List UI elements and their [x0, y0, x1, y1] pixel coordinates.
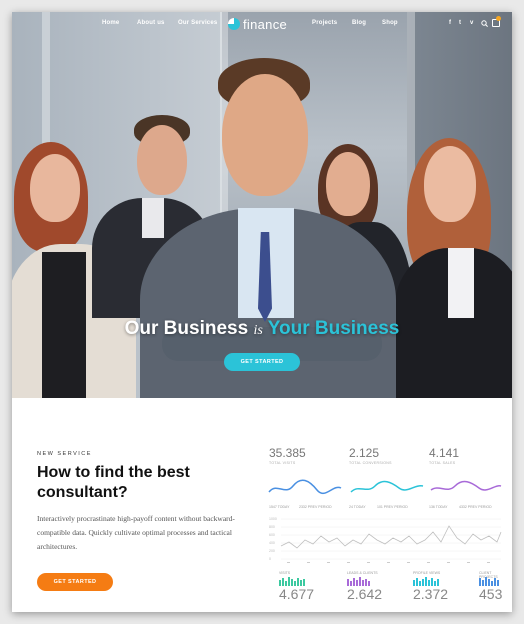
legend-conv-today: 24 TODAY [349, 505, 366, 509]
vimeo-icon[interactable]: v [470, 20, 473, 26]
page-frame: Home About us Our Services finance Proje… [12, 12, 512, 612]
stat-sales-value: 4.141 [429, 446, 460, 460]
kpi-projects-value: 453 [479, 586, 503, 602]
kpi-visits-bars [279, 577, 305, 586]
legend-visits-prev: 2332 PREV PERIOD [299, 505, 332, 509]
y-tick: 200 [269, 549, 275, 553]
kpi-mini-bars [279, 577, 499, 586]
nav-link-services[interactable]: Our Services [178, 20, 217, 26]
hero-get-started-button[interactable]: GET STARTED [224, 353, 300, 371]
section-description: Interactively procrastinate high-payoff … [37, 514, 235, 551]
sparkline-row [268, 479, 502, 495]
legend-sales-prev: 4332 PREV PERIOD [459, 505, 492, 509]
logo-mark-icon [228, 18, 240, 30]
section-title: How to find the best consultant? [37, 464, 190, 501]
headline-part2: Your Business [267, 318, 400, 339]
headline-is: is [253, 323, 263, 338]
sparkline-teal [350, 480, 424, 493]
search-icon[interactable] [481, 20, 488, 27]
section-kicker: NEW SERVICE [37, 451, 92, 457]
y-tick: 1000 [269, 517, 277, 521]
twitter-icon[interactable]: t [459, 20, 461, 26]
nav-link-home[interactable]: Home [102, 20, 119, 26]
stat-visits-value: 35.385 [269, 446, 306, 460]
legend-sales-today: 136 TODAY [429, 505, 448, 509]
hero-section: Home About us Our Services finance Proje… [12, 12, 512, 398]
kpi-visits-value: 4.677 [279, 586, 315, 602]
stat-conversions-label: TOTAL CONVERSIONS [349, 461, 392, 465]
kpi-leads-value: 2.642 [347, 586, 383, 602]
cart-badge [496, 16, 501, 21]
kpi-leads-bars [347, 577, 370, 586]
headline-part1: Our Business [124, 318, 249, 339]
kpi-profile-label: PROFILE VIEWS [413, 571, 441, 575]
logo-text: finance [243, 16, 288, 32]
facebook-icon[interactable]: f [449, 20, 451, 26]
dashboard-mockup: 35.385 TOTAL VISITS 2.125 TOTAL CONVERSI… [267, 442, 503, 602]
legend-visits-today: 1547 TODAY [269, 505, 290, 509]
nav-link-shop[interactable]: Shop [382, 20, 398, 26]
site-logo[interactable]: finance [228, 16, 287, 32]
sparkline-purple [430, 480, 502, 491]
top-navigation: Home About us Our Services finance Proje… [12, 12, 512, 38]
kpi-profile-bars [413, 577, 439, 586]
sparkline-blue [268, 479, 342, 495]
y-tick: 400 [269, 541, 275, 545]
kpi-profile-value: 2.372 [413, 586, 449, 602]
legend-conv-prev: 101 PREV PERIOD [377, 505, 408, 509]
y-tick: 600 [269, 533, 275, 537]
y-tick: 800 [269, 525, 275, 529]
nav-link-about[interactable]: About us [137, 20, 165, 26]
chart-x-ticks [287, 562, 490, 563]
get-started-button[interactable]: GET STARTED [37, 573, 113, 591]
kpi-leads-label: LEADS & CLIENTS [347, 571, 378, 575]
stat-sales-label: TOTAL SALES [429, 461, 456, 465]
chart-gridlines [281, 518, 501, 560]
kpi-visits-label: VISITS [279, 571, 291, 575]
y-tick: 0 [269, 557, 271, 561]
nav-link-blog[interactable]: Blog [352, 20, 366, 26]
stat-conversions-value: 2.125 [349, 446, 380, 460]
kpi-projects-bars [479, 577, 499, 586]
nav-link-projects[interactable]: Projects [312, 20, 337, 26]
chart-line-series [280, 525, 502, 549]
hero-headline: Our Business is Your Business [12, 318, 512, 340]
main-line-chart: 1000 800 600 400 200 0 [269, 517, 502, 563]
stat-visits-label: TOTAL VISITS [269, 461, 296, 465]
